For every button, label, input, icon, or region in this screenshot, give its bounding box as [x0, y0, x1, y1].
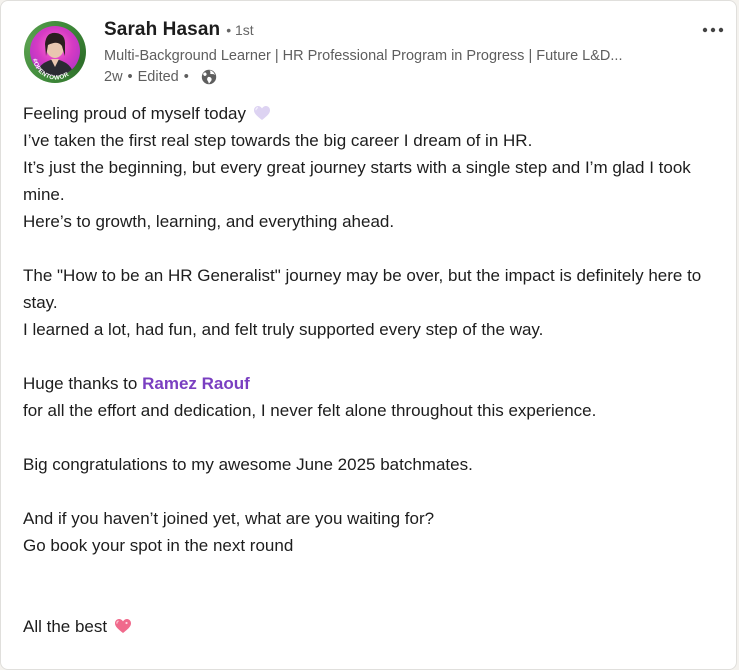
post-text: Feeling proud of myself today I’ve taken… — [23, 100, 729, 640]
post-line-text: All the best — [23, 617, 108, 636]
globe-icon — [201, 69, 217, 85]
svg-text:#OPENTOWORK: #OPENTOWORK — [24, 21, 70, 82]
post-meta: 2w • Edited • — [104, 67, 217, 87]
more-options-button[interactable] — [696, 17, 730, 43]
post-line: Big congratulations to my awesome June 2… — [23, 455, 473, 474]
sparkling-heart-icon — [114, 619, 131, 633]
avatar[interactable]: #OPENTOWORK — [24, 21, 86, 83]
post-line: Here’s to growth, learning, and everythi… — [23, 212, 395, 231]
meta-separator: • — [127, 69, 133, 85]
more-horizontal-icon — [702, 27, 724, 33]
post-line: I’ve taken the first real step towards t… — [23, 131, 533, 150]
post-line: It’s just the beginning, but every great… — [23, 158, 691, 204]
post-card: #OPENTOWORK Sarah Hasan • 1st Multi-Back… — [0, 0, 737, 670]
author-name-row: Sarah Hasan • 1st — [104, 19, 254, 45]
post-line: All the best — [23, 613, 729, 640]
edited-label: Edited — [137, 69, 179, 85]
opentowork-badge: #OPENTOWORK — [24, 21, 70, 82]
post-line-text: Huge thanks to — [23, 374, 138, 393]
post-line: Huge thanks to Ramez Raouf — [23, 370, 729, 397]
mention-link[interactable]: Ramez Raouf — [142, 374, 250, 393]
meta-separator: • — [183, 69, 189, 85]
post-line: Go book your spot in the next round — [23, 536, 294, 555]
post-time: 2w — [104, 69, 123, 85]
post-line: I learned a lot, had fun, and felt truly… — [23, 320, 544, 339]
post-line: Feeling proud of myself today — [23, 100, 729, 127]
post-line: And if you haven’t joined yet, what are … — [23, 509, 435, 528]
author-headline: Multi-Background Learner | HR Profession… — [104, 48, 623, 64]
post-line: for all the effort and dedication, I nev… — [23, 401, 597, 420]
connection-degree: • 1st — [226, 22, 254, 38]
purple-heart-icon — [253, 106, 270, 120]
post-line-text: Feeling proud of myself today — [23, 104, 247, 123]
post-line: The "How to be an HR Generalist" journey… — [23, 266, 702, 312]
author-name[interactable]: Sarah Hasan — [104, 19, 220, 41]
